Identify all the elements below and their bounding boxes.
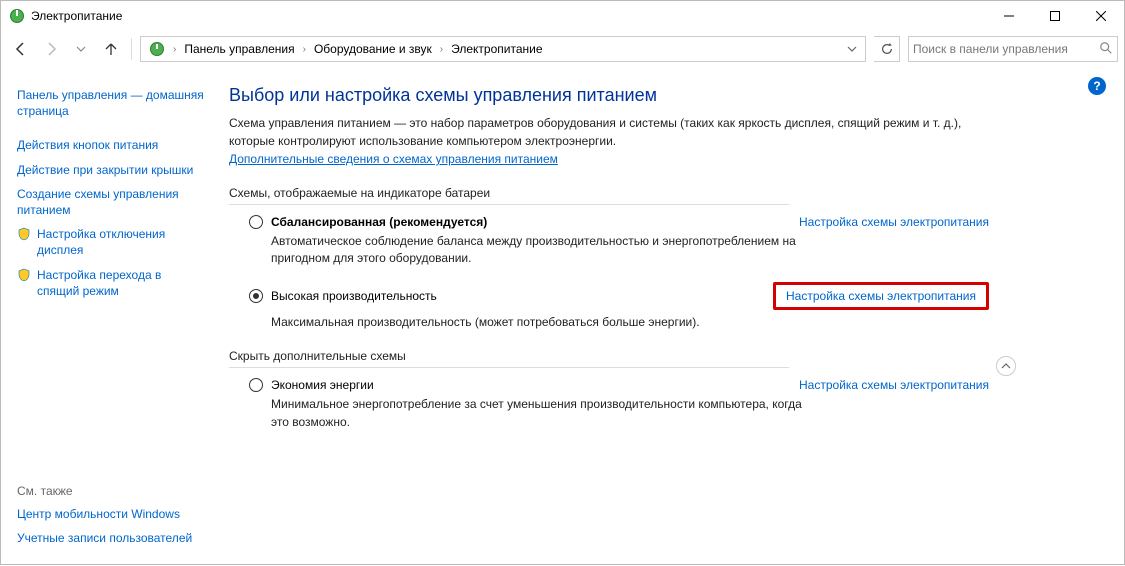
- radio-balanced[interactable]: [249, 215, 263, 229]
- plan-description: Минимальное энергопотребление за счет ум…: [271, 396, 811, 431]
- nav-separator: [131, 38, 132, 60]
- sidebar-item-label: Настройка перехода в спящий режим: [37, 267, 205, 299]
- group-additional-plans-title[interactable]: Скрыть дополнительные схемы: [229, 349, 1104, 363]
- breadcrumb[interactable]: › Панель управления › Оборудование и зву…: [140, 36, 866, 62]
- radio-high-performance[interactable]: [249, 289, 263, 303]
- learn-more-link[interactable]: Дополнительные сведения о схемах управле…: [229, 152, 558, 166]
- radio-power-saver[interactable]: [249, 378, 263, 392]
- group-battery-plans-title: Схемы, отображаемые на индикаторе батаре…: [229, 186, 1104, 200]
- see-also-heading: См. также: [17, 478, 205, 502]
- sidebar-item-create-plan[interactable]: Создание схемы управления питанием: [17, 182, 205, 222]
- forward-button: [37, 35, 65, 63]
- see-also-user-accounts[interactable]: Учетные записи пользователей: [17, 526, 205, 550]
- plan-name[interactable]: Высокая производительность: [271, 289, 437, 303]
- power-plan-high-performance: Высокая производительность Настройка схе…: [249, 282, 989, 331]
- chevron-right-icon[interactable]: ›: [438, 44, 445, 55]
- breadcrumb-dropdown[interactable]: [841, 37, 863, 61]
- maximize-button[interactable]: [1032, 1, 1078, 31]
- close-button[interactable]: [1078, 1, 1124, 31]
- power-options-icon: [9, 8, 25, 24]
- plan-name[interactable]: Сбалансированная (рекомендуется): [271, 215, 487, 229]
- breadcrumb-root-icon[interactable]: [143, 37, 171, 61]
- sidebar-item-home[interactable]: Панель управления — домашняя страница: [17, 83, 205, 123]
- sidebar: Панель управления — домашняя страница Де…: [1, 67, 215, 566]
- breadcrumb-item-hardware[interactable]: Оборудование и звук: [308, 37, 438, 61]
- search-icon[interactable]: [1099, 41, 1113, 58]
- refresh-button[interactable]: [874, 36, 900, 62]
- divider: [229, 204, 789, 205]
- breadcrumb-item-control-panel[interactable]: Панель управления: [178, 37, 300, 61]
- navbar: › Панель управления › Оборудование и зву…: [1, 31, 1124, 67]
- plan-description: Автоматическое соблюдение баланса между …: [271, 233, 811, 268]
- breadcrumb-item-power[interactable]: Электропитание: [445, 37, 548, 61]
- search-input[interactable]: Поиск в панели управления: [908, 36, 1118, 62]
- shield-icon: [17, 227, 31, 241]
- minimize-button[interactable]: [986, 1, 1032, 31]
- sidebar-item-sleep[interactable]: Настройка перехода в спящий режим: [17, 263, 205, 303]
- collapse-additional-plans-button[interactable]: [996, 356, 1016, 376]
- sidebar-item-power-buttons[interactable]: Действия кнопок питания: [17, 133, 205, 157]
- back-button[interactable]: [7, 35, 35, 63]
- sidebar-item-display-off[interactable]: Настройка отключения дисплея: [17, 222, 205, 262]
- plan-name[interactable]: Экономия энергии: [271, 378, 374, 392]
- divider: [229, 367, 789, 368]
- main-panel: ? Выбор или настройка схемы управления п…: [215, 67, 1124, 566]
- up-button[interactable]: [97, 35, 125, 63]
- titlebar: Электропитание: [1, 1, 1124, 31]
- window-title: Электропитание: [31, 9, 986, 23]
- page-title: Выбор или настройка схемы управления пит…: [229, 85, 1104, 106]
- power-plan-balanced: Сбалансированная (рекомендуется) Настрой…: [249, 215, 989, 268]
- see-also-mobility-center[interactable]: Центр мобильности Windows: [17, 502, 205, 526]
- sidebar-item-lid-close[interactable]: Действие при закрытии крышки: [17, 158, 205, 182]
- help-icon[interactable]: ?: [1088, 77, 1106, 95]
- sidebar-item-label: Настройка отключения дисплея: [37, 226, 205, 258]
- change-plan-settings-balanced[interactable]: Настройка схемы электропитания: [799, 215, 989, 229]
- change-plan-settings-high-performance[interactable]: Настройка схемы электропитания: [773, 282, 989, 310]
- shield-icon: [17, 268, 31, 282]
- plan-description: Максимальная производительность (может п…: [271, 314, 811, 331]
- search-placeholder: Поиск в панели управления: [913, 42, 1068, 56]
- change-plan-settings-power-saver[interactable]: Настройка схемы электропитания: [799, 378, 989, 392]
- page-description: Схема управления питанием — это набор па…: [229, 114, 1009, 168]
- recent-locations-dropdown[interactable]: [67, 35, 95, 63]
- power-plan-power-saver: Экономия энергии Настройка схемы электро…: [249, 378, 989, 431]
- chevron-right-icon[interactable]: ›: [171, 44, 178, 55]
- chevron-right-icon[interactable]: ›: [301, 44, 308, 55]
